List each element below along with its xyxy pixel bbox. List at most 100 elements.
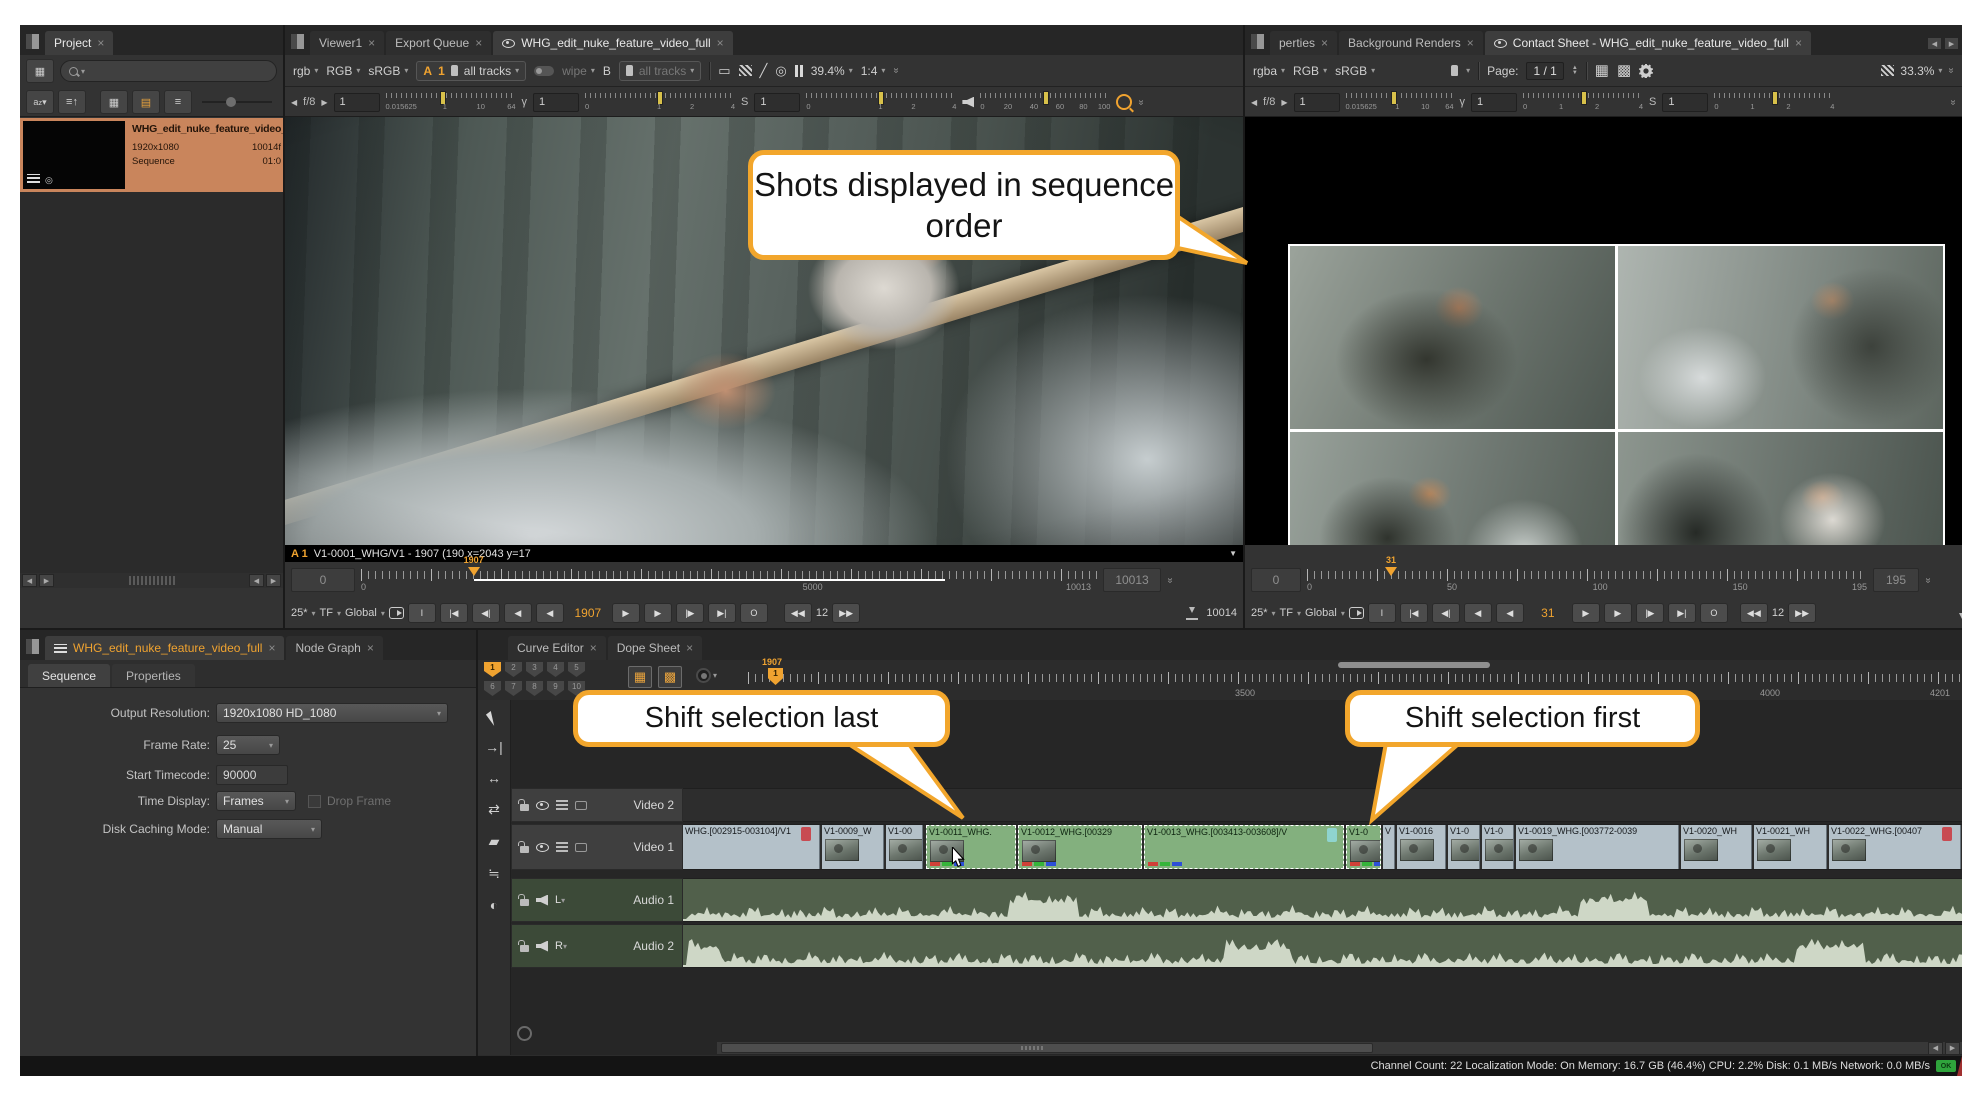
close-icon[interactable]: × [1321,36,1328,50]
track-content-video1[interactable]: WHG.[002915-003104]/V1V1-0009_WV1-00V1-0… [683,824,1962,870]
contact-sheet-cell[interactable] [1618,432,1943,545]
timeline-clip[interactable]: V1-0009_W [822,825,884,869]
range-dropdown[interactable]: Global▾ [345,607,385,619]
contact-sheet-image-area[interactable] [1245,117,1962,545]
export-icon[interactable] [1186,607,1198,620]
more-chevron-icon[interactable]: » [1164,577,1175,583]
speaker-icon[interactable] [536,895,548,906]
gain-slider[interactable]: 0.015625 1 10 64 [1346,91,1454,113]
transport-button[interactable]: ▶ [644,603,672,623]
timeline-clip[interactable]: V1-0 [1482,825,1514,869]
transport-button[interactable]: ▶ [1572,603,1600,623]
display-dropdown[interactable]: RGB▾ [326,64,360,78]
view-mode-button[interactable]: ▦ [26,59,54,83]
transport-button[interactable]: ▶| [1668,603,1696,623]
track-header-video1[interactable]: Video 1 [511,824,683,870]
current-frame[interactable]: 31 [1528,606,1568,620]
transport-button[interactable]: ◀| [1432,603,1460,623]
scroll-right-icon[interactable]: ▶ [1945,1042,1960,1055]
tab-node-graph[interactable]: Node Graph × [286,636,382,660]
more-chevron-icon[interactable]: » [1946,68,1957,74]
timeline-clip[interactable]: V1-0 [1448,825,1480,869]
tab-scroll-right-icon[interactable]: ▶ [1944,37,1959,50]
transport-button[interactable]: |▶ [676,603,704,623]
mask-icon[interactable] [575,843,587,852]
next-fstop-icon[interactable]: ▶ [1281,98,1287,107]
project-item-sequence[interactable]: ◎ WHG_edit_nuke_feature_video_full 1920x… [20,118,283,192]
gamma-input[interactable]: 1 [533,93,579,112]
contact-sheet-cell[interactable] [1290,246,1615,429]
more-chevron-icon[interactable]: » [1136,99,1147,105]
more-chevron-icon[interactable]: » [891,68,902,74]
list-view-button[interactable]: ≡ [164,90,192,114]
multiview-grid-icon[interactable]: ▦ [628,666,652,688]
monitor-out-icon[interactable]: ▭ [718,64,730,77]
close-icon[interactable]: × [1467,36,1474,50]
track-content-audio1[interactable] [683,878,1962,922]
scroll-left2-icon[interactable]: ◀ [249,574,264,587]
proxy-toggle-icon[interactable] [1881,65,1894,76]
lock-icon[interactable] [520,804,529,811]
detail-view-button[interactable]: ▤ [132,90,160,114]
timeline-marker-5[interactable]: 5 [568,662,585,677]
pane-menu-icon[interactable] [26,34,39,49]
input-a-number[interactable]: 1 [438,64,445,78]
tab-project[interactable]: Project × [45,31,113,55]
transport-button[interactable]: ◀ [504,603,532,623]
transport-button[interactable]: ◀ [1496,603,1524,623]
sort-az-button[interactable]: az▾ [26,90,54,114]
tab-sequence-editor[interactable]: WHG_edit_nuke_feature_video_full × [45,636,284,660]
field-dropdown[interactable]: Frames▾ [216,791,296,811]
timeline-clip[interactable]: V [1383,825,1395,869]
close-icon[interactable]: × [368,36,375,50]
loop-icon[interactable] [389,607,404,619]
contact-sheet-cell[interactable] [1290,432,1615,545]
subtab-properties[interactable]: Properties [112,664,195,687]
timeline-clip[interactable]: V1-0021_WH [1754,825,1827,869]
tab-sequence-viewer[interactable]: WHG_edit_nuke_feature_video_full× [493,31,732,55]
saturation-input[interactable]: 1 [754,93,800,112]
track-header-video2[interactable]: Video 2 [511,788,683,822]
transport-button[interactable]: ◀| [472,603,500,623]
pause-icon[interactable] [795,65,803,77]
guides-icon[interactable]: ◎ [775,64,786,77]
lut-dropdown[interactable]: sRGB▾ [1335,64,1375,78]
gain-slider[interactable]: 0.015625 1 10 64 [386,91,516,113]
scroll-left-icon[interactable]: ◀ [22,574,37,587]
scroll-right2-icon[interactable]: ▶ [266,574,281,587]
loop-icon[interactable] [1349,607,1364,619]
wipe-dropdown[interactable]: wipe▾ [562,64,595,78]
frame-increment[interactable]: 12 [1772,607,1784,619]
zoom-dropdown[interactable]: 39.4%▾ [811,64,853,78]
input-b-label[interactable]: B [603,64,611,78]
transport-button[interactable]: ▶ [1604,603,1632,623]
next-fstop-icon[interactable]: ▶ [321,98,327,107]
color-sample-icon[interactable] [1116,94,1132,110]
tab-viewer1[interactable]: Viewer1× [310,31,384,55]
track-header-audio2[interactable]: R▾ Audio 2 [511,924,683,968]
timeline-hscrollbar[interactable]: ◀ ▶ [717,1042,1962,1054]
field-input[interactable]: 90000 [216,765,288,785]
transport-button[interactable]: |◀ [440,603,468,623]
track-content-video2[interactable] [683,788,1962,822]
lock-icon[interactable] [520,945,529,952]
lock-icon[interactable] [520,846,529,853]
transport-button[interactable]: ▶| [708,603,736,623]
transport-button[interactable]: I [408,603,436,623]
out-point-box[interactable]: 10013 [1103,568,1161,592]
gear-icon[interactable] [1639,64,1653,78]
scrollbar-thumb[interactable] [721,1043,1373,1053]
jog-forward-button[interactable]: ▶▶ [832,603,860,623]
contact-frame-ruler[interactable]: 31 0 50 100 150 195 [1307,565,1867,595]
timeline-top-scrollbar-thumb[interactable] [1338,662,1490,668]
contact-grid-alt-icon[interactable]: ▩ [1617,63,1631,78]
lut-dropdown[interactable]: sRGB▾ [368,64,408,78]
transport-button[interactable]: |◀ [1400,603,1428,623]
drop-frame-checkbox[interactable] [308,795,321,808]
slide-tool-icon[interactable]: ⇄ [488,801,500,818]
timeline-clip[interactable]: WHG.[002915-003104]/V1 [683,825,820,869]
close-icon[interactable]: × [97,36,104,50]
speaker-icon[interactable] [536,941,548,952]
roi-icon[interactable]: ╱ [760,64,768,77]
timecode-format-dropdown[interactable]: TF▾ [320,607,341,619]
